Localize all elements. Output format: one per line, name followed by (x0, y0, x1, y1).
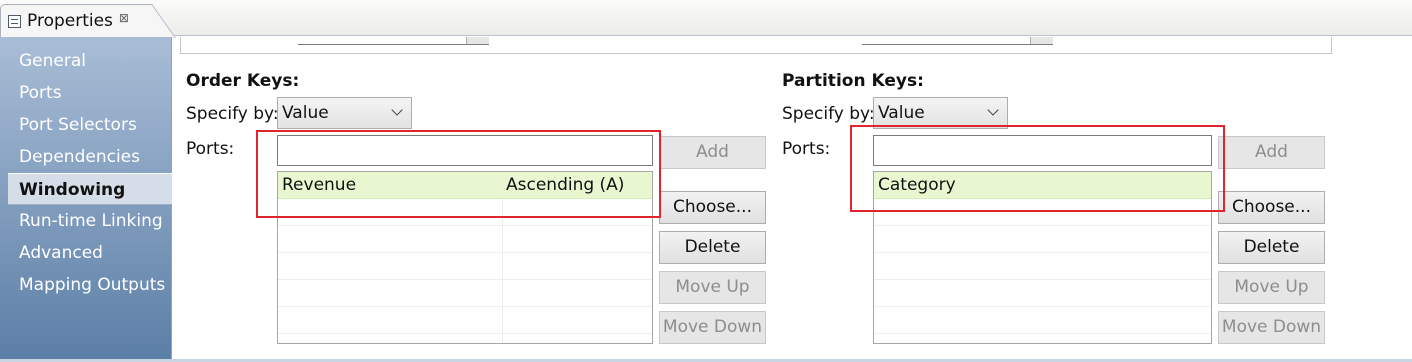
view-tab-bar: Properties ⊠ (0, 0, 1412, 37)
partition-keys-ports-label: Ports: (782, 139, 831, 159)
order-keys-specify-value: Value (282, 103, 329, 123)
partition-keys-title: Partition Keys: (782, 71, 924, 91)
partition-keys-highlight-box (850, 125, 1225, 212)
partition-keys-delete-button[interactable]: Delete (1218, 231, 1325, 264)
partition-keys-choose-button[interactable]: Choose... (1218, 191, 1325, 224)
order-keys-title: Order Keys: (186, 71, 300, 91)
tab-title: Properties (27, 11, 113, 31)
sidebar-item-port-selectors[interactable]: Port Selectors (8, 109, 172, 141)
partition-keys-add-button[interactable]: Add (1218, 136, 1325, 169)
table-row[interactable] (874, 307, 1211, 334)
table-row[interactable] (278, 226, 652, 253)
order-keys-add-button[interactable]: Add (659, 136, 766, 169)
order-keys-highlight-box (256, 130, 661, 218)
partition-keys-specify-value: Value (878, 103, 925, 123)
table-row[interactable] (278, 253, 652, 280)
order-keys-specify-select[interactable]: Value (277, 97, 412, 129)
order-keys-move-down-button[interactable]: Move Down (659, 311, 766, 344)
chevron-down-icon (987, 104, 999, 116)
sidebar-item-advanced[interactable]: Advanced (8, 237, 172, 269)
scrolled-field-left (298, 37, 489, 45)
close-icon[interactable]: ⊠ (119, 11, 129, 25)
table-row[interactable] (278, 307, 652, 334)
scrolled-field-right (862, 37, 1053, 45)
properties-tab[interactable]: Properties ⊠ (0, 4, 150, 37)
properties-sidebar: General Ports Port Selectors Dependencie… (0, 37, 172, 362)
partition-keys-move-down-button[interactable]: Move Down (1218, 311, 1325, 344)
table-row[interactable] (874, 226, 1211, 253)
table-row[interactable] (278, 280, 652, 307)
sidebar-item-general[interactable]: General (8, 45, 172, 77)
table-row[interactable] (874, 253, 1211, 280)
order-keys-ports-label: Ports: (186, 139, 235, 159)
sidebar-item-windowing[interactable]: Windowing (8, 173, 172, 205)
order-keys-choose-button[interactable]: Choose... (659, 191, 766, 224)
order-keys-move-up-button[interactable]: Move Up (659, 271, 766, 304)
sidebar-item-dependencies[interactable]: Dependencies (8, 141, 172, 173)
sidebar-item-mapping-outputs[interactable]: Mapping Outputs (8, 269, 172, 301)
column-divider (502, 199, 503, 343)
order-keys-specify-label: Specify by: (186, 104, 279, 124)
sidebar-item-run-time-linking[interactable]: Run-time Linking (8, 205, 172, 237)
partition-keys-move-up-button[interactable]: Move Up (1218, 271, 1325, 304)
order-keys-delete-button[interactable]: Delete (659, 231, 766, 264)
table-row[interactable] (874, 280, 1211, 307)
partition-keys-specify-label: Specify by: (782, 104, 875, 124)
chevron-down-icon (391, 104, 403, 116)
properties-icon (8, 14, 21, 28)
sidebar-item-ports[interactable]: Ports (8, 77, 172, 109)
